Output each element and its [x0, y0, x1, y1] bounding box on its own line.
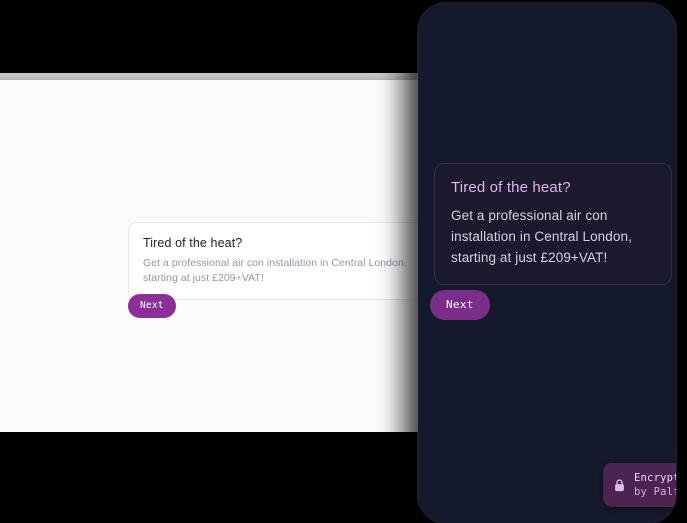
desktop-question-description: Get a professional air con installation … — [143, 257, 407, 284]
desktop-question-card: Tired of the heat? Get a professional ai… — [128, 222, 428, 300]
desktop-next-button[interactable]: Next — [128, 294, 176, 318]
encrypted-badge-line-1: Encrypted — [634, 472, 676, 484]
encrypted-badge-line-2: by Palform — [634, 486, 676, 498]
preview-stage: Tired of the heat? Get a professional ai… — [0, 0, 687, 523]
mobile-question-card: Tired of the heat? Get a professional ai… — [434, 163, 672, 285]
desktop-form-preview: Tired of the heat? Get a professional ai… — [0, 80, 440, 432]
encrypted-badge-text: Encrypted by Palform — [634, 471, 676, 499]
encrypted-by-palform-badge: Encrypted by Palform — [603, 463, 676, 507]
desktop-preview-body: Tired of the heat? Get a professional ai… — [0, 80, 440, 432]
mobile-next-button[interactable]: Next — [430, 290, 490, 320]
mobile-question-description: Get a professional air con installation … — [451, 208, 632, 265]
mobile-question-title: Tired of the heat? — [451, 179, 571, 196]
mobile-form-preview: Tired of the heat? Get a professional ai… — [418, 3, 676, 523]
lock-icon — [615, 478, 624, 491]
desktop-question-title: Tired of the heat? — [143, 236, 243, 250]
